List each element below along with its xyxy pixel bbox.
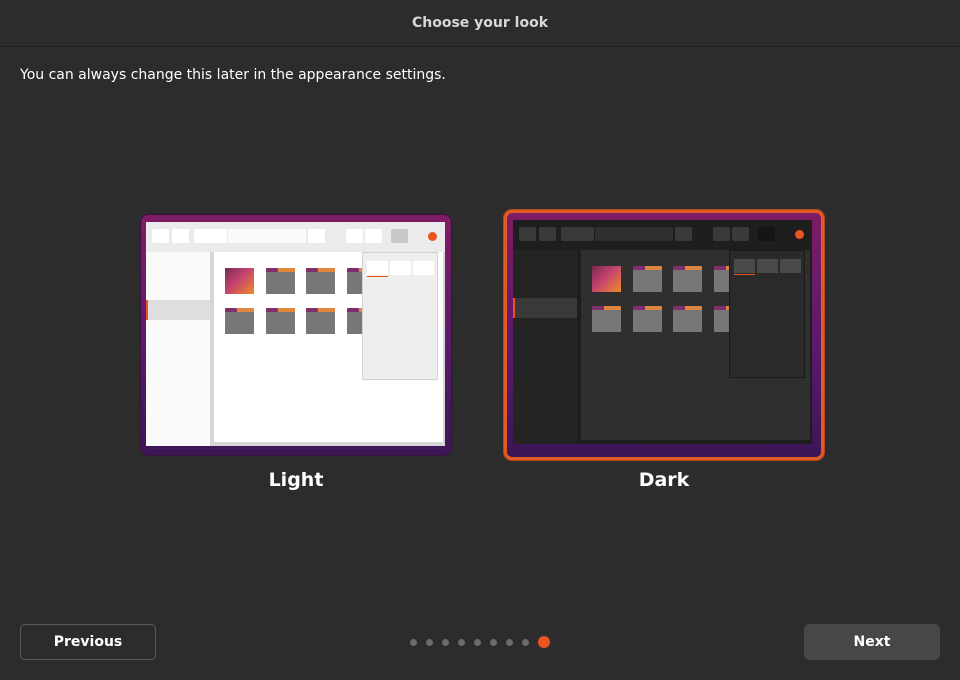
next-button[interactable]: Next: [804, 624, 940, 660]
preview-popover: [362, 252, 438, 380]
close-icon: [428, 232, 437, 241]
folder-icon: [673, 306, 702, 332]
subtitle-text: You can always change this later in the …: [20, 67, 446, 83]
folder-icon: [266, 268, 295, 294]
preview-headerbar: [146, 222, 445, 252]
image-file-icon: [225, 268, 254, 294]
theme-option-light[interactable]: [140, 214, 452, 456]
step-dot: [490, 639, 497, 646]
step-dot: [506, 639, 513, 646]
preview-popover: [729, 250, 805, 378]
dark-theme-preview: [513, 220, 812, 444]
step-dot: [442, 639, 449, 646]
theme-label-light: Light: [268, 469, 324, 491]
folder-icon: [673, 266, 702, 292]
folder-icon: [633, 306, 662, 332]
image-file-icon: [592, 266, 621, 292]
close-icon: [795, 230, 804, 239]
preview-sidebar: [146, 252, 214, 446]
folder-icon: [633, 266, 662, 292]
folder-icon: [306, 268, 335, 294]
header-bar: Choose your look: [0, 0, 960, 47]
step-dot: [522, 639, 529, 646]
page-title: Choose your look: [411, 15, 548, 31]
theme-option-dark[interactable]: [504, 210, 824, 460]
folder-icon: [225, 308, 254, 334]
preview-headerbar: [513, 220, 812, 250]
step-dot: [426, 639, 433, 646]
light-theme-preview: [146, 222, 445, 446]
folder-icon: [592, 306, 621, 332]
folder-icon: [266, 308, 295, 334]
theme-label-dark: Dark: [638, 469, 690, 491]
previous-button[interactable]: Previous: [20, 624, 156, 660]
preview-sidebar: [513, 250, 581, 444]
step-dot: [410, 639, 417, 646]
folder-icon: [306, 308, 335, 334]
step-dot-current: [538, 636, 550, 648]
step-dot: [458, 639, 465, 646]
step-dot: [474, 639, 481, 646]
